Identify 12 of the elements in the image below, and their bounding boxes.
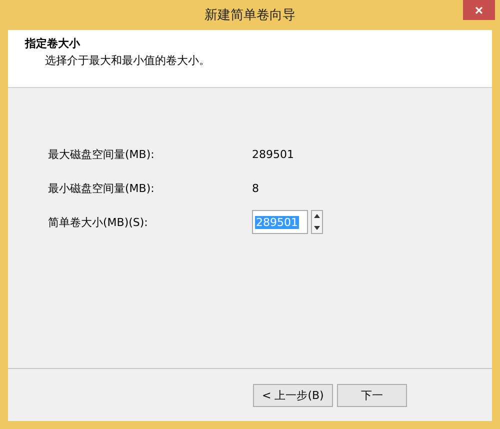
page-title: 指定卷大小 [25, 36, 81, 51]
field-label: 最大磁盘空间量(MB): [48, 146, 156, 162]
field-label: 最小磁盘空间量(MB): [48, 180, 156, 196]
field-label: 简单卷大小(MB)(S): [48, 214, 149, 230]
wizard-button[interactable]: < 上一步(B) [253, 384, 333, 406]
field-value: 289501 [252, 148, 294, 160]
input-value: 289501 [255, 216, 299, 228]
wizard-button[interactable]: 下一 [336, 384, 407, 406]
field-value: 8 [252, 182, 259, 194]
window-title: 新建简单卷向导 [204, 7, 296, 24]
close-button[interactable]: × [463, 0, 495, 20]
page-subtitle: 选择介于最大和最小值的卷大小。 [44, 53, 211, 68]
